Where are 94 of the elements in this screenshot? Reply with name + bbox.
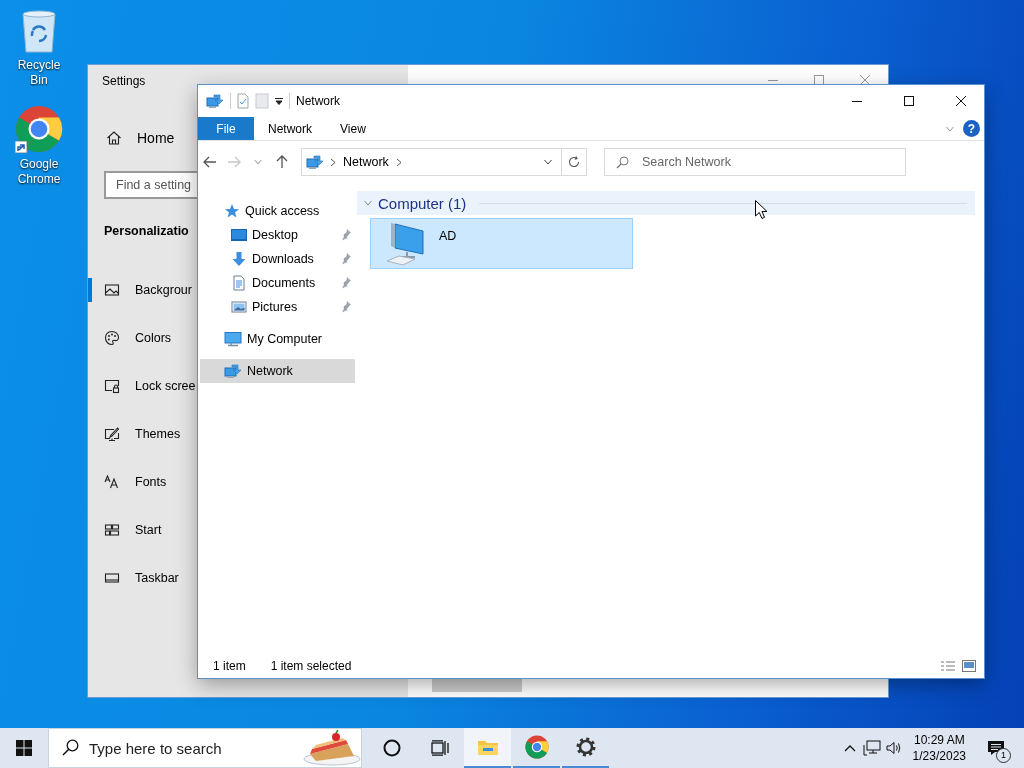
ribbon-tab[interactable]: Network — [254, 117, 326, 140]
cursor-icon — [755, 200, 768, 220]
recycle-bin-icon — [19, 8, 59, 54]
network-icon — [306, 154, 324, 170]
shortcut-arrow-icon — [15, 141, 27, 153]
help-button[interactable]: ? — [963, 120, 980, 137]
properties-icon — [237, 93, 249, 109]
up-arrow-icon — [276, 155, 288, 169]
circle-icon — [383, 739, 401, 757]
forward-arrow-icon — [227, 156, 241, 168]
chevron-down-icon — [363, 200, 373, 206]
file-tab[interactable]: File — [198, 117, 254, 140]
status-text: 1 item selected — [270, 659, 352, 673]
navigation-item[interactable]: Pictures — [200, 295, 355, 319]
navigation-item[interactable]: Desktop — [200, 223, 355, 247]
close-icon — [860, 75, 870, 85]
search-icon — [616, 156, 629, 169]
details-view-icon — [940, 660, 956, 672]
dropdown-icon — [275, 97, 283, 105]
status-text: 1 item — [213, 659, 246, 673]
settings-nav-item[interactable]: Start — [88, 518, 162, 542]
address-segment[interactable]: Network — [342, 155, 390, 169]
folder-icon — [476, 738, 499, 756]
chevron-down-icon — [543, 159, 553, 165]
network-tray-button[interactable] — [860, 740, 883, 756]
settings-nav-item[interactable]: Fonts — [88, 470, 167, 494]
new-folder-icon — [255, 93, 269, 109]
desktop-icon — [231, 227, 247, 243]
settings-nav-item[interactable]: Themes — [88, 422, 181, 446]
gear-icon — [574, 736, 597, 758]
settings-nav-item[interactable]: Colors — [88, 326, 172, 350]
clock-time: 10:29 AM — [913, 732, 965, 748]
clock[interactable]: 10:29 AM 1/23/2023 — [904, 732, 974, 764]
window-title: Settings — [101, 73, 147, 90]
large-icons-view-icon — [962, 660, 976, 672]
home-icon — [106, 130, 122, 146]
close-icon — [956, 96, 966, 106]
group-header[interactable]: Computer (1) — [357, 191, 975, 215]
clock-date: 1/23/2023 — [912, 748, 966, 764]
back-arrow-icon — [203, 156, 217, 168]
document-icon — [231, 275, 247, 291]
network-icon — [224, 363, 242, 379]
tiles-icon — [104, 522, 120, 538]
speaker-icon — [885, 741, 902, 755]
picture-frame-icon — [231, 299, 247, 315]
pin-icon — [341, 229, 351, 241]
group-title: Computer (1) — [378, 194, 467, 212]
pin-icon — [341, 277, 351, 289]
address-bar[interactable]: Network — [301, 148, 562, 176]
windows-logo-icon — [16, 740, 32, 756]
network-icon — [206, 93, 224, 109]
wired-network-icon — [862, 740, 881, 756]
navigation-item[interactable]: Downloads — [200, 247, 355, 271]
star-icon — [224, 203, 240, 219]
chevron-up-icon — [843, 744, 856, 752]
chevron-down-icon — [945, 125, 955, 132]
down-arrow-icon — [231, 251, 247, 267]
window-title: Network — [296, 94, 340, 108]
palette-icon — [104, 330, 120, 346]
settings-nav-item[interactable]: Taskbar — [88, 566, 179, 590]
letters-icon — [104, 474, 120, 490]
large-icons-view-button[interactable] — [962, 660, 976, 672]
navigation-item[interactable]: My Computer — [200, 327, 355, 351]
navigation-item[interactable]: Documents — [200, 271, 355, 295]
taskbar-icon — [104, 570, 120, 586]
notification-badge: 1 — [996, 748, 1011, 763]
search-field[interactable]: Type here to search — [48, 728, 362, 768]
ribbon-tab[interactable]: View — [326, 117, 380, 140]
browser-icon — [524, 735, 549, 759]
chevron-right-icon — [330, 157, 336, 167]
search-field[interactable]: Find a setting — [104, 171, 200, 199]
pin-icon — [341, 301, 351, 313]
chevron-down-icon — [254, 159, 262, 165]
refresh-button[interactable] — [562, 148, 587, 176]
computer-item[interactable]: AD — [370, 218, 633, 269]
navigation-item[interactable]: Quick access — [200, 199, 355, 223]
image-icon — [104, 282, 120, 298]
notifications-button[interactable]: 1 — [974, 728, 1018, 768]
home-nav-item[interactable]: Home — [88, 118, 175, 158]
brush-icon — [104, 426, 120, 442]
search-icon — [62, 739, 79, 756]
refresh-icon — [568, 156, 580, 168]
settings-nav-item[interactable]: Backgrour — [88, 278, 192, 302]
expand-ribbon-button[interactable] — [945, 125, 955, 132]
section-heading: Personalizatio — [104, 223, 189, 240]
task-view-icon — [431, 740, 449, 756]
pin-icon — [341, 253, 351, 265]
monitor-icon — [224, 331, 242, 347]
browser-icon — [15, 105, 63, 153]
navigation-item[interactable]: Network — [200, 359, 355, 383]
lock-screen-icon — [104, 378, 120, 394]
settings-nav-item[interactable]: Lock scree — [88, 374, 196, 398]
chevron-right-icon — [395, 157, 402, 167]
maximize-icon — [904, 96, 914, 106]
